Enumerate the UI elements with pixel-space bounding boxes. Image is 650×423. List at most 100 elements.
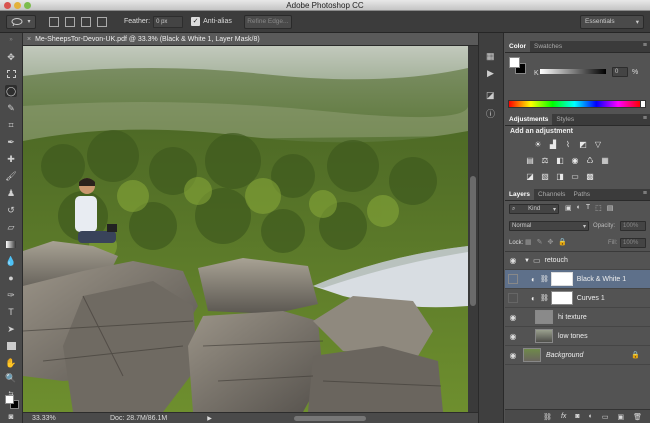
workspace-select[interactable]: Essentials ▾ — [580, 14, 644, 29]
panel-menu-icon[interactable]: ≡ — [643, 190, 647, 197]
link-layers-icon[interactable]: ⛓ — [543, 413, 552, 421]
lock-pixels-icon[interactable]: ✎ — [537, 238, 543, 246]
levels-icon[interactable]: ▟ — [548, 139, 558, 149]
hue-saturation-icon[interactable]: ▤ — [525, 155, 535, 165]
clone-stamp-tool-icon[interactable]: ♟ — [5, 187, 17, 199]
refine-edge-button[interactable]: Refine Edge... — [243, 14, 292, 29]
eyedropper-tool-icon[interactable]: ✒ — [5, 136, 17, 148]
exposure-icon[interactable]: ◩ — [578, 139, 588, 149]
type-tool-icon[interactable]: T — [5, 306, 17, 318]
shape-tool-icon[interactable] — [5, 340, 17, 352]
color-foreground-swatch[interactable] — [509, 57, 520, 68]
pen-tool-icon[interactable]: ✑ — [5, 289, 17, 301]
lock-all-icon[interactable]: 🔒 — [558, 238, 567, 246]
panel-menu-icon[interactable]: ≡ — [643, 42, 647, 49]
visibility-toggle[interactable] — [508, 293, 518, 303]
white-swatch[interactable] — [640, 100, 646, 108]
move-tool-icon[interactable]: ✥ — [5, 51, 17, 63]
panel-menu-icon[interactable]: ≡ — [643, 115, 647, 122]
layer-filter-select[interactable]: ⌕ Kind ▾ — [509, 204, 559, 214]
horizontal-scrollbar[interactable] — [293, 415, 366, 421]
layer-mask-thumbnail[interactable] — [550, 291, 573, 305]
antialias-checkbox[interactable]: ✓ — [191, 17, 201, 26]
brush-tool-icon[interactable]: 🖌 — [5, 170, 17, 182]
document-canvas[interactable] — [23, 46, 468, 412]
layer-background[interactable]: ◉ Background 🔒 — [505, 346, 650, 365]
foreground-color-swatch[interactable] — [5, 395, 14, 404]
layer-black-white-1[interactable]: ◐ ⛓ Black & White 1 — [505, 270, 650, 289]
tool-preset-picker[interactable]: ▾ — [6, 14, 36, 29]
path-selection-tool-icon[interactable]: ➤ — [5, 323, 17, 335]
brightness-contrast-icon[interactable]: ☀ — [533, 139, 543, 149]
pixel-filter-icon[interactable]: ▣ — [565, 204, 572, 212]
tab-styles[interactable]: Styles — [552, 114, 578, 125]
layer-hi-texture[interactable]: ◉ hi texture — [505, 308, 650, 327]
new-group-icon[interactable]: ▭ — [602, 413, 609, 421]
eye-icon[interactable]: ◉ — [505, 351, 521, 360]
curves-icon[interactable]: ⌇ — [563, 139, 573, 149]
layer-group-retouch[interactable]: ◉ ▼ ▭ retouch — [505, 252, 650, 270]
color-lookup-icon[interactable]: ▦ — [600, 155, 610, 165]
vertical-scrollbar[interactable] — [468, 46, 478, 412]
invert-icon[interactable]: ◪ — [525, 171, 535, 181]
subtract-selection-icon[interactable] — [81, 16, 91, 27]
color-spectrum-bar[interactable] — [508, 100, 641, 108]
document-tab[interactable]: × Me-SheepsTor-Devon-UK.pdf @ 33.3% (Bla… — [23, 33, 478, 46]
lasso-tool-icon[interactable]: ◯ — [5, 85, 17, 97]
tab-color[interactable]: Color — [505, 41, 530, 52]
tab-layers[interactable]: Layers — [505, 189, 534, 200]
gradient-tool-icon[interactable] — [5, 238, 17, 250]
posterize-icon[interactable]: ▧ — [540, 171, 550, 181]
marquee-tool-icon[interactable] — [5, 68, 17, 80]
layer-low-tones[interactable]: ◉ low tones — [505, 327, 650, 346]
history-panel-icon[interactable]: ▦ — [486, 51, 495, 62]
layer-curves-1[interactable]: ◐ ⛓ Curves 1 — [505, 289, 650, 308]
scroll-thumb[interactable] — [470, 176, 476, 306]
opacity-input[interactable]: 100% — [620, 221, 646, 231]
color-balance-icon[interactable]: ⚖ — [540, 155, 550, 165]
photo-filter-icon[interactable]: ◉ — [570, 155, 580, 165]
trash-icon[interactable]: 🗑 — [633, 413, 642, 421]
visibility-toggle[interactable] — [508, 274, 518, 284]
quick-mask-icon[interactable]: ◙ — [5, 410, 17, 422]
color-slider[interactable] — [540, 69, 606, 74]
new-selection-icon[interactable] — [49, 16, 59, 27]
lock-position-icon[interactable]: ✥ — [548, 238, 554, 246]
fill-input[interactable]: 100% — [620, 238, 646, 248]
history-brush-tool-icon[interactable]: ↺ — [5, 204, 17, 216]
status-menu-arrow-icon[interactable]: ▶ — [207, 415, 212, 422]
toolbar-collapse-icon[interactable]: » — [5, 37, 17, 43]
dodge-tool-icon[interactable]: ● — [5, 272, 17, 284]
zoom-tool-icon[interactable]: 🔍 — [5, 372, 17, 384]
tab-channels[interactable]: Channels — [534, 189, 569, 200]
adjustment-filter-icon[interactable]: ◐ — [577, 204, 581, 212]
close-document-icon[interactable]: × — [27, 36, 31, 43]
new-layer-icon[interactable]: ▣ — [617, 413, 624, 421]
type-filter-icon[interactable]: T — [586, 204, 590, 212]
smart-object-filter-icon[interactable]: ▤ — [607, 204, 614, 212]
threshold-icon[interactable]: ◨ — [555, 171, 565, 181]
chevron-down-icon[interactable]: ▼ — [524, 258, 530, 264]
black-white-icon[interactable]: ◧ — [555, 155, 565, 165]
channel-mixer-icon[interactable]: ♺ — [585, 155, 595, 165]
eraser-tool-icon[interactable]: ▱ — [5, 221, 17, 233]
tab-paths[interactable]: Paths — [569, 189, 594, 200]
gradient-map-icon[interactable]: ▭ — [570, 171, 580, 181]
lock-transparency-icon[interactable]: ▦ — [525, 238, 532, 246]
intersect-selection-icon[interactable] — [97, 16, 107, 27]
eye-icon[interactable]: ◉ — [505, 256, 521, 265]
info-panel-icon[interactable]: ⓘ — [486, 107, 495, 120]
feather-input[interactable]: 0 px — [153, 15, 184, 28]
eye-icon[interactable]: ◉ — [505, 313, 521, 322]
eye-icon[interactable]: ◉ — [505, 332, 521, 341]
add-mask-icon[interactable]: ◙ — [575, 413, 579, 420]
vibrance-icon[interactable]: ▽ — [593, 139, 603, 149]
shape-filter-icon[interactable]: ⬚ — [595, 204, 602, 212]
selective-color-icon[interactable]: ▩ — [585, 171, 595, 181]
color-value-input[interactable]: 0 — [612, 67, 628, 77]
fx-icon[interactable]: fx — [561, 413, 566, 420]
blur-tool-icon[interactable]: 💧 — [5, 255, 17, 267]
tab-adjustments[interactable]: Adjustments — [505, 114, 553, 125]
tab-swatches[interactable]: Swatches — [530, 41, 566, 52]
crop-tool-icon[interactable]: ⌗ — [5, 119, 17, 131]
